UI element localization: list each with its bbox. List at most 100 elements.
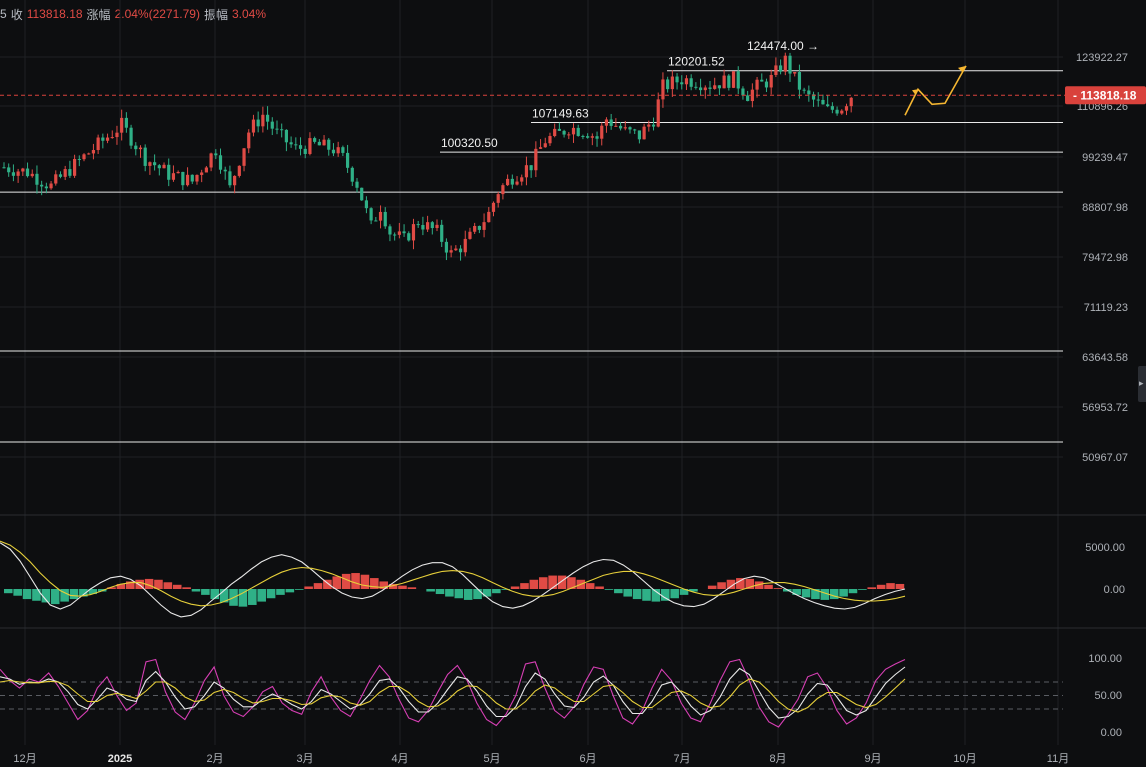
candle <box>101 137 105 141</box>
chevron-right-icon: ▸ <box>1139 378 1144 388</box>
candle <box>298 145 303 149</box>
candle <box>157 165 161 169</box>
macd-bar <box>276 589 285 595</box>
candle <box>124 117 128 128</box>
candle <box>844 106 849 111</box>
candle <box>604 119 609 126</box>
candle <box>496 194 500 203</box>
macd-bar <box>285 589 295 593</box>
macd-bar <box>201 589 210 595</box>
candle <box>355 181 359 188</box>
macd-bar <box>248 589 257 605</box>
candle <box>553 128 557 137</box>
macd-bar <box>510 586 520 589</box>
candle <box>609 119 613 126</box>
candle <box>195 174 199 182</box>
side-panel-toggle[interactable]: ▸ <box>1138 366 1146 402</box>
axes: 123922.27110896.2699239.4788807.9879472.… <box>13 52 1146 765</box>
candle <box>736 71 740 89</box>
candle <box>510 178 514 185</box>
macd-bar <box>463 589 473 600</box>
candle <box>77 158 81 160</box>
macd-bar <box>557 575 567 589</box>
candle <box>388 226 392 235</box>
candle <box>694 86 698 88</box>
candle <box>49 183 53 189</box>
candle <box>82 154 86 160</box>
x-tick-label: 3月 <box>296 753 313 765</box>
candle <box>708 87 712 89</box>
macd-bar <box>529 579 539 589</box>
candle <box>120 117 124 133</box>
candle <box>350 167 354 182</box>
macd-tick-label: 0.00 <box>1104 584 1125 596</box>
candle <box>703 87 707 91</box>
candle <box>698 87 703 91</box>
y-tick-label: 79472.98 <box>1082 252 1128 264</box>
y-tick-label: 71119.23 <box>1084 302 1128 314</box>
candle <box>54 174 58 184</box>
candle <box>524 165 529 178</box>
candle <box>501 185 505 195</box>
macd-bar <box>32 589 41 601</box>
x-tick-label: 11月 <box>1047 753 1069 765</box>
kdj-tick-label: 0.00 <box>1101 727 1122 739</box>
macd-bar <box>182 587 191 589</box>
candle <box>849 97 853 107</box>
candle <box>393 234 397 236</box>
macd-bar <box>351 573 360 589</box>
candle <box>680 82 684 85</box>
candle <box>378 211 383 221</box>
kdj-line <box>0 658 906 728</box>
macd-bar <box>294 589 304 590</box>
candle <box>360 187 364 201</box>
candle <box>308 138 312 154</box>
macd-bar <box>717 582 726 589</box>
candle <box>567 134 571 136</box>
candle <box>731 71 736 88</box>
macd-bar <box>163 582 173 589</box>
macd-bar <box>886 583 895 589</box>
candle <box>562 130 566 135</box>
macd-bar <box>773 588 783 589</box>
candle <box>105 137 110 141</box>
macd-bar <box>332 576 342 589</box>
candle <box>760 79 764 82</box>
candle <box>21 168 25 172</box>
candle <box>802 89 806 91</box>
candle <box>717 85 722 89</box>
candle <box>741 88 745 96</box>
x-tick-label: 8月 <box>769 753 786 765</box>
candle <box>63 169 67 177</box>
candle <box>529 165 533 171</box>
candle <box>670 76 674 90</box>
macd-bar <box>839 589 848 597</box>
candle <box>96 137 100 151</box>
candle <box>821 99 825 105</box>
candle <box>265 114 270 122</box>
candle <box>129 127 133 146</box>
candle <box>416 224 420 226</box>
macd-bar <box>13 589 22 596</box>
macd-bar <box>858 589 867 590</box>
candle <box>661 79 665 100</box>
candle <box>364 200 369 209</box>
candle <box>143 147 147 166</box>
macd-bar <box>69 589 79 600</box>
candle <box>383 211 387 227</box>
chart-canvas[interactable]: 100320.50 107149.63 120201.52 124474.00 → 1… <box>0 0 1146 767</box>
y-tick-label: 123922.27 <box>1076 52 1128 64</box>
candle <box>614 125 618 127</box>
candle <box>25 168 30 177</box>
macd-bar <box>398 585 407 589</box>
macd-bar <box>492 589 501 594</box>
y-tick-label: 99239.47 <box>1082 152 1128 164</box>
candle <box>284 129 288 143</box>
candle <box>426 222 430 230</box>
candle <box>327 139 331 150</box>
candle <box>600 125 604 139</box>
candle <box>30 173 34 177</box>
candle <box>440 224 444 242</box>
macd-bar <box>764 584 773 589</box>
candle <box>788 55 792 74</box>
